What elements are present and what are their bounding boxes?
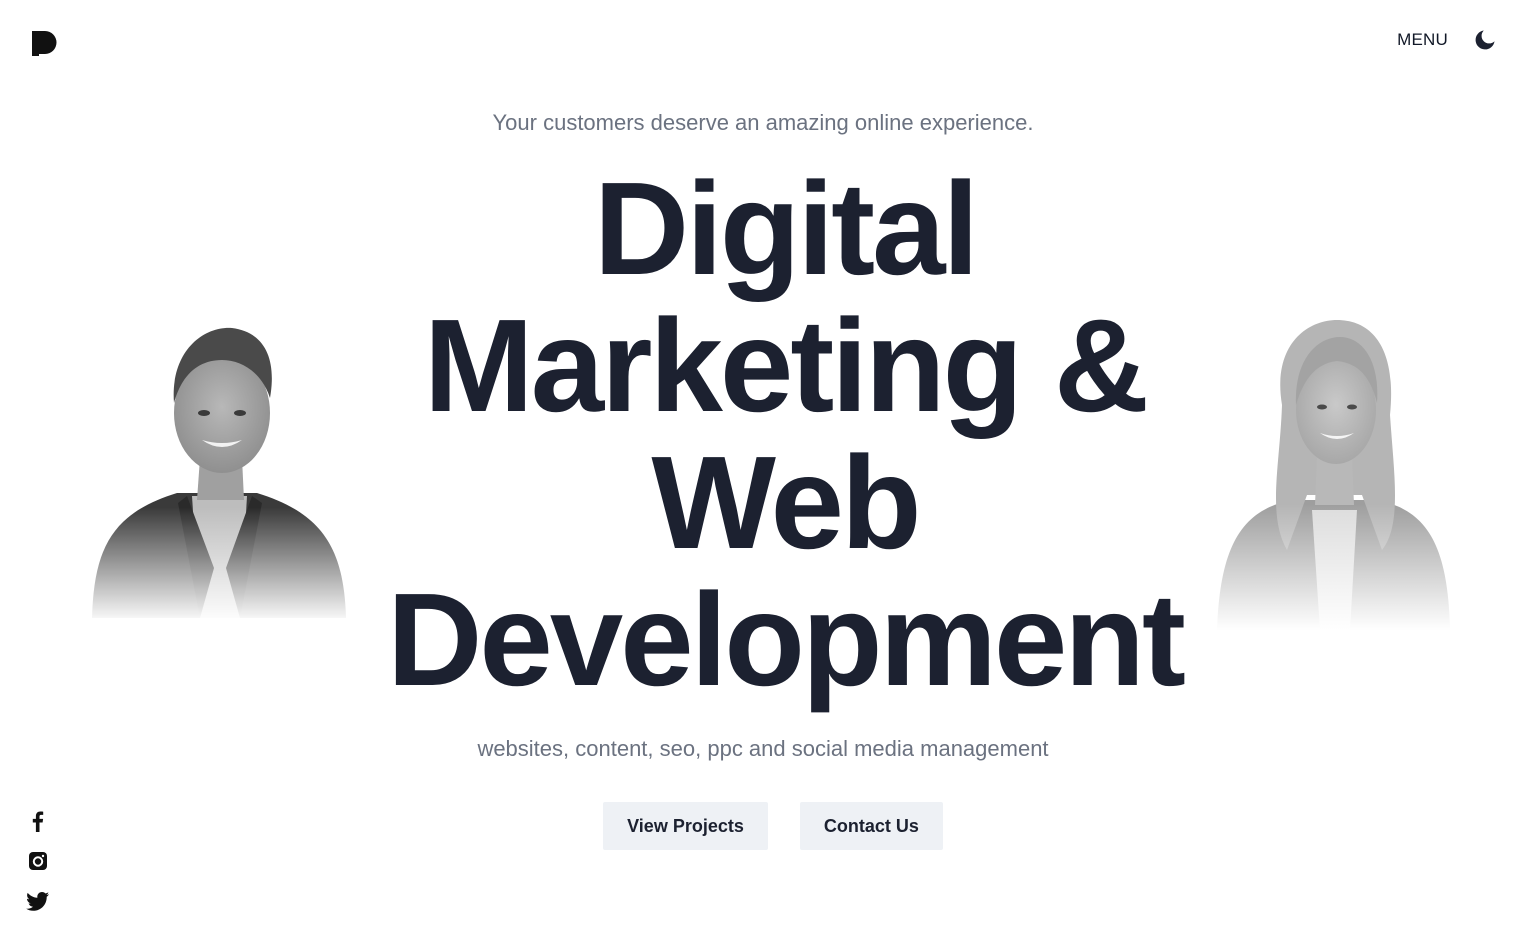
- contact-us-button[interactable]: Contact Us: [799, 802, 943, 850]
- moon-icon: [1474, 27, 1498, 54]
- hero-tagline: Your customers deserve an amazing online…: [492, 110, 1034, 135]
- social-links: [26, 809, 50, 913]
- facebook-icon[interactable]: [26, 809, 50, 833]
- headline-line-4: Development: [387, 566, 1186, 713]
- menu-button[interactable]: MENU: [1397, 30, 1448, 50]
- twitter-icon[interactable]: [26, 889, 50, 913]
- hero-cta-group: View Projects Contact Us: [0, 802, 1526, 850]
- headline-line-3: Web: [651, 429, 921, 576]
- instagram-icon[interactable]: [26, 849, 50, 873]
- view-projects-button[interactable]: View Projects: [603, 802, 768, 850]
- header-controls: MENU: [1397, 28, 1498, 52]
- headline-line-2: Marketing &: [423, 292, 1149, 439]
- p-logo-icon[interactable]: [32, 31, 57, 56]
- hero-headline: Digital Marketing & Web Development: [300, 160, 1270, 708]
- theme-toggle-button[interactable]: [1474, 28, 1498, 52]
- hero-subline: websites, content, seo, ppc and social m…: [477, 736, 1049, 761]
- headline-line-1: Digital: [593, 155, 979, 302]
